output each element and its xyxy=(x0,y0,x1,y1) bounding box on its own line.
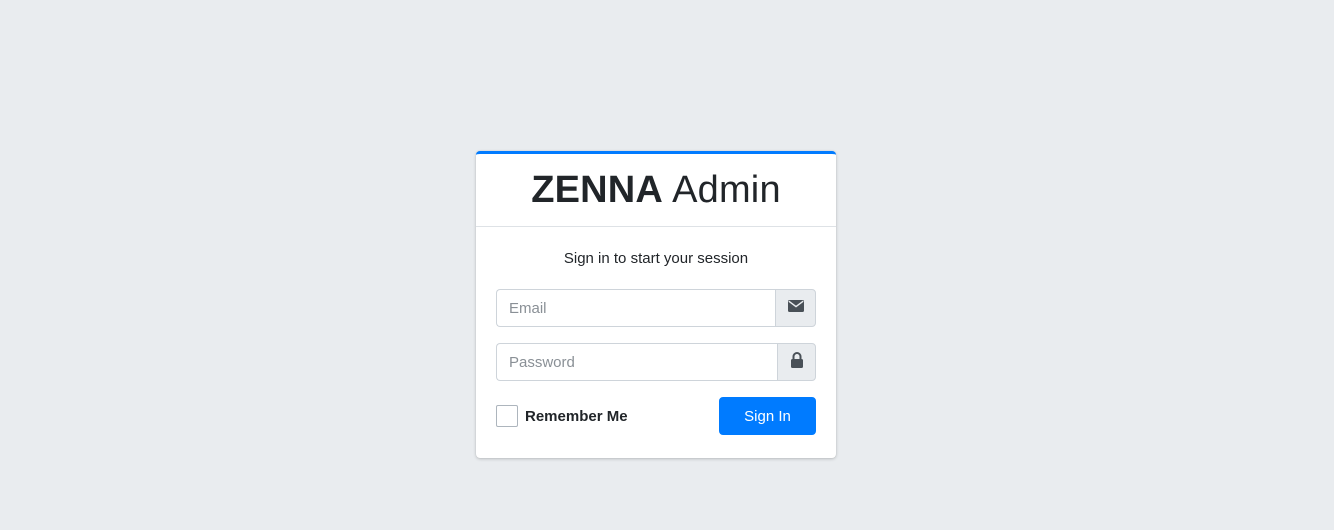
envelope-icon xyxy=(787,299,804,317)
remember-label[interactable]: Remember Me xyxy=(525,408,628,425)
password-input[interactable] xyxy=(496,343,777,381)
email-addon xyxy=(775,289,816,327)
login-box-message: Sign in to start your session xyxy=(563,250,749,267)
remember-checkbox[interactable] xyxy=(496,405,518,427)
brand-light: Admin xyxy=(672,169,781,211)
password-addon xyxy=(777,343,816,381)
login-logo[interactable]: ZENNA Admin xyxy=(476,154,836,227)
login-card: ZENNA Admin Sign in to start your sessio… xyxy=(476,151,836,458)
sign-in-button[interactable]: Sign In xyxy=(719,397,816,435)
brand-bold: ZENNA xyxy=(531,169,664,211)
login-card-body: Sign in to start your session Email Reme… xyxy=(476,227,836,455)
email-input-group xyxy=(496,289,816,327)
email-input[interactable] xyxy=(496,289,775,327)
password-input-group xyxy=(496,343,816,381)
lock-icon xyxy=(790,351,804,373)
remember-me: Remember Me xyxy=(496,405,628,427)
login-actions: Remember Me Sign In xyxy=(496,397,816,435)
